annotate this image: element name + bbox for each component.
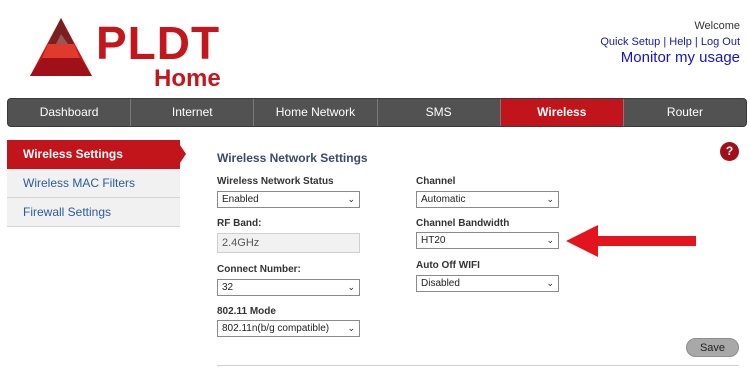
tab-wireless[interactable]: Wireless <box>500 99 624 126</box>
tab-home-network[interactable]: Home Network <box>254 99 378 126</box>
quick-setup-link[interactable]: Quick Setup <box>600 36 660 48</box>
sidebar-item-wireless-settings[interactable]: Wireless Settings <box>7 140 180 169</box>
help-link[interactable]: Help <box>669 36 692 48</box>
auto-off-select[interactable]: Disabled ⌄ <box>416 275 559 292</box>
save-button[interactable]: Save <box>686 338 739 357</box>
rf-band-field: 2.4GHz <box>217 233 360 253</box>
chevron-down-icon: ⌄ <box>347 194 355 204</box>
bandwidth-value: HT20 <box>421 235 446 246</box>
red-arrow-icon <box>566 225 696 257</box>
header-links: Quick Setup | Help | Log Out <box>600 35 740 49</box>
chevron-down-icon: ⌄ <box>347 323 355 333</box>
pldt-logo: PLDT Home <box>28 14 238 94</box>
chevron-down-icon: ⌄ <box>546 235 554 245</box>
connect-number-select[interactable]: 32 ⌄ <box>217 279 360 296</box>
divider <box>217 365 739 366</box>
network-status-label: Wireless Network Status <box>217 176 334 187</box>
logo-subtext: Home <box>154 65 221 92</box>
link-separator: | <box>660 36 670 48</box>
link-separator: | <box>691 36 701 48</box>
sidebar-item-firewall-settings[interactable]: Firewall Settings <box>7 198 180 227</box>
network-status-value: Enabled <box>222 194 259 205</box>
tab-dashboard[interactable]: Dashboard <box>8 99 132 126</box>
sidebar: Wireless Settings Wireless MAC Filters F… <box>7 140 180 227</box>
chevron-down-icon: ⌄ <box>546 278 554 288</box>
connect-number-label: Connect Number: <box>217 264 301 275</box>
auto-off-value: Disabled <box>421 278 460 289</box>
auto-off-label: Auto Off WIFI <box>416 260 480 271</box>
channel-value: Automatic <box>421 194 466 205</box>
monitor-usage-link[interactable]: Monitor my usage <box>600 49 740 67</box>
logout-link[interactable]: Log Out <box>701 36 740 48</box>
question-icon[interactable]: ? <box>720 142 739 161</box>
header-account-area: Welcome Quick Setup | Help | Log Out Mon… <box>600 19 740 67</box>
section-title: Wireless Network Settings <box>217 151 368 165</box>
chevron-down-icon: ⌄ <box>546 194 554 204</box>
pldt-logo-mark-icon <box>30 18 92 76</box>
mode-select[interactable]: 802.11n(b/g compatible) ⌄ <box>217 320 360 337</box>
mode-value: 802.11n(b/g compatible) <box>222 323 330 334</box>
tab-internet[interactable]: Internet <box>131 99 255 126</box>
chevron-down-icon: ⌄ <box>347 282 355 292</box>
tab-router[interactable]: Router <box>624 99 746 126</box>
tab-sms[interactable]: SMS <box>378 99 501 126</box>
bandwidth-select[interactable]: HT20 ⌄ <box>416 232 559 249</box>
sidebar-active-pointer <box>180 145 186 163</box>
channel-select[interactable]: Automatic ⌄ <box>416 191 559 208</box>
channel-label: Channel <box>416 176 456 187</box>
network-status-select[interactable]: Enabled ⌄ <box>217 191 360 208</box>
rf-band-label: RF Band: <box>217 218 262 229</box>
connect-number-value: 32 <box>222 282 234 293</box>
bandwidth-label: Channel Bandwidth <box>416 218 510 229</box>
main-nav: Dashboard Internet Home Network SMS Wire… <box>7 98 747 127</box>
welcome-text: Welcome <box>694 20 740 32</box>
logo-text: PLDT <box>96 17 221 69</box>
mode-label: 802.11 Mode <box>217 306 276 317</box>
sidebar-item-wireless-mac-filters[interactable]: Wireless MAC Filters <box>7 169 180 198</box>
